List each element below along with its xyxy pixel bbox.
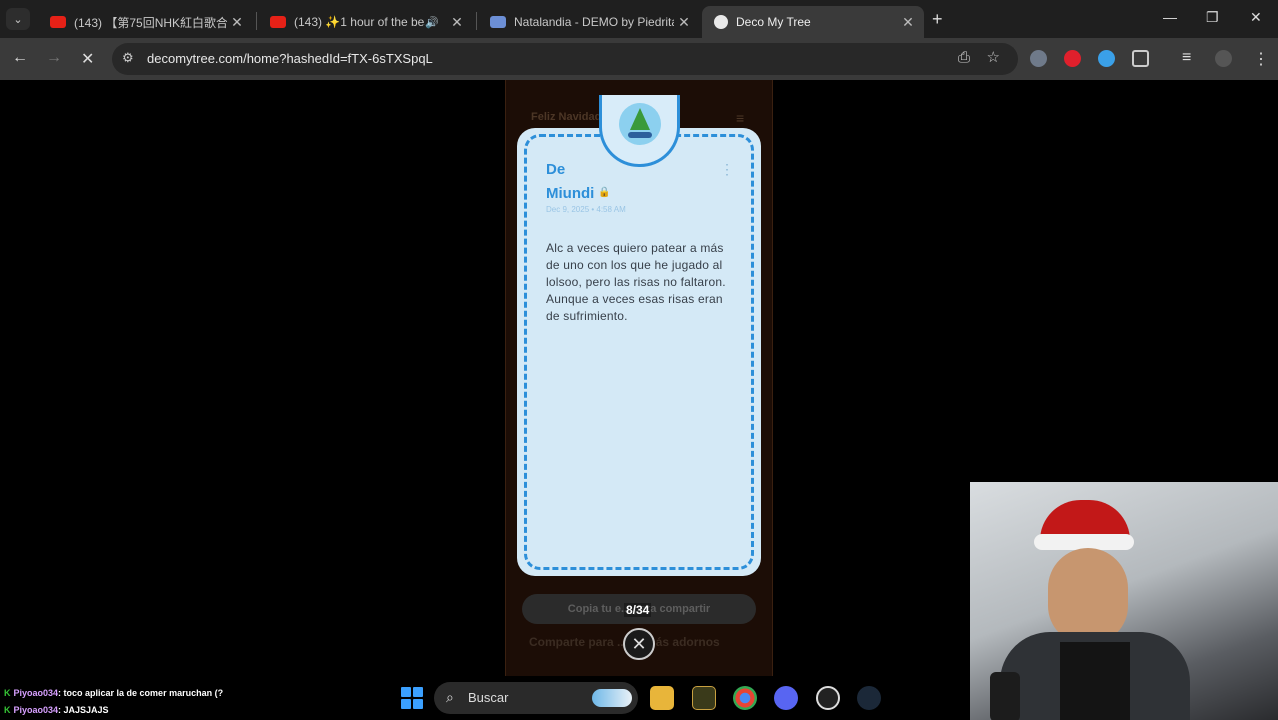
youtube-icon — [50, 16, 66, 28]
hamburger-menu-icon[interactable]: ≡ — [736, 110, 744, 126]
card-message: Alc a veces quiero patear a más de uno c… — [546, 241, 726, 323]
install-app-icon[interactable]: ⎙ — [958, 49, 970, 66]
page-header-dimmed: Feliz Navidad — [531, 111, 602, 123]
tree-base — [628, 132, 652, 138]
deco-my-tree-icon — [714, 15, 728, 29]
page-icon — [490, 16, 506, 28]
minimize-button[interactable]: — — [1163, 9, 1177, 25]
translate-extension-icon[interactable] — [1098, 50, 1115, 67]
forward-button[interactable]: → — [46, 49, 62, 67]
tree-globe-icon — [619, 103, 661, 145]
extension-icon[interactable] — [1030, 50, 1047, 67]
bookmark-star-icon[interactable]: ☆ — [987, 48, 1000, 66]
steam-icon[interactable] — [857, 686, 881, 710]
youtube-icon — [270, 16, 286, 28]
tab-bar: ⌄ (143) 【第75回NHK紅白歌合戦 ✕ (143) ✨1 hour of… — [0, 0, 1278, 38]
chat-line: K Piyoao034: JAJSJAJS — [4, 705, 109, 715]
webcam-overlay — [970, 482, 1278, 720]
card-menu-icon[interactable]: ⋮ — [720, 161, 734, 178]
file-explorer-icon[interactable] — [650, 686, 674, 710]
card-from-label: De — [546, 161, 566, 178]
tab-nhk[interactable]: (143) 【第75回NHK紅白歌合戦 ✕ — [38, 6, 253, 38]
close-tab-icon[interactable]: ✕ — [674, 14, 694, 31]
taskbar-search[interactable]: ⌕ Buscar — [434, 682, 638, 714]
tab-best-hour[interactable]: (143) ✨1 hour of the best 🔊 ✕ — [258, 6, 473, 38]
card-sender-name: Miundi — [546, 185, 595, 202]
profile-avatar[interactable] — [1215, 50, 1232, 67]
card-date: Dec 9, 2025 • 4:58 AM — [546, 205, 626, 214]
close-window-button[interactable]: ✕ — [1250, 9, 1262, 26]
new-tab-button[interactable]: + — [932, 9, 943, 30]
back-button[interactable]: ← — [12, 49, 28, 67]
league-client-icon[interactable] — [692, 686, 716, 710]
search-icon: ⌕ — [446, 689, 454, 705]
streamer-face — [1048, 548, 1128, 644]
tree-shape — [630, 108, 650, 130]
chat-badge-icon: K — [4, 705, 11, 715]
browser-menu-icon[interactable]: ⋮ — [1253, 49, 1269, 69]
browser-toolbar: ← → ✕ ⚙ decomytree.com/home?hashedId=fTX… — [0, 38, 1278, 80]
microphone — [990, 672, 1020, 720]
tab-natalandia[interactable]: Natalandia - DEMO by Piedrital ✕ — [478, 6, 700, 38]
close-tab-icon[interactable]: ✕ — [898, 14, 918, 31]
search-highlight-icon — [592, 689, 632, 707]
obs-icon[interactable] — [816, 686, 840, 710]
chat-badge-icon: K — [4, 688, 11, 698]
tab-deco-my-tree[interactable]: Deco My Tree ✕ — [702, 6, 924, 38]
site-settings-icon[interactable]: ⚙ — [122, 50, 134, 66]
close-card-button[interactable]: ✕ — [623, 628, 655, 660]
extensions-puzzle-icon[interactable] — [1132, 50, 1149, 67]
close-tab-icon[interactable]: ✕ — [447, 14, 467, 31]
windows-start-icon[interactable] — [401, 687, 423, 709]
tab-search-dropdown[interactable]: ⌄ — [6, 8, 30, 30]
card-counter: 8/34 — [624, 603, 652, 617]
lock-icon: 🔒 — [598, 187, 611, 198]
streamer-shirt — [1060, 642, 1130, 720]
close-tab-icon[interactable]: ✕ — [227, 14, 247, 31]
stop-reload-button[interactable]: ✕ — [81, 49, 94, 69]
extension-red-icon[interactable] — [1064, 50, 1081, 67]
chrome-icon[interactable] — [733, 686, 757, 710]
url-text[interactable]: decomytree.com/home?hashedId=fTX-6sTXSpq… — [147, 51, 433, 66]
address-bar[interactable]: ⚙ decomytree.com/home?hashedId=fTX-6sTXS… — [112, 43, 1018, 75]
media-controls-icon[interactable]: ≡ — [1182, 49, 1191, 67]
discord-icon[interactable] — [774, 686, 798, 710]
speaker-icon[interactable]: 🔊 — [425, 16, 439, 29]
maximize-button[interactable]: ❐ — [1206, 9, 1219, 26]
chat-line: K Piyoao034: toco aplicar la de comer mar… — [4, 688, 224, 698]
